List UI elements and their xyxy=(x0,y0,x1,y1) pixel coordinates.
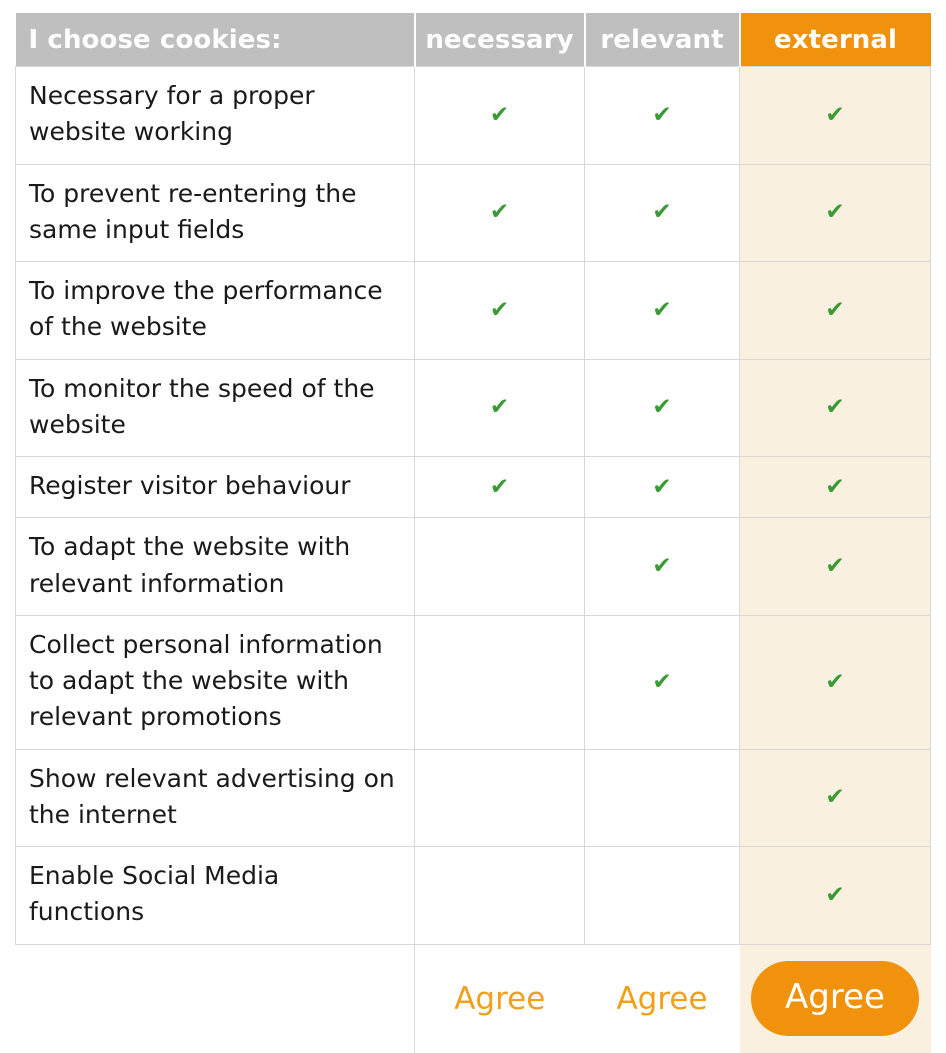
checkmark-icon: ✔ xyxy=(652,473,672,500)
table-row: To monitor the speed of the website ✔ ✔ ✔ xyxy=(15,359,931,457)
cell-relevant: ✔ xyxy=(584,66,740,165)
checkmark-icon: ✔ xyxy=(489,296,510,323)
cookie-purpose-label: Collect personal information to adapt th… xyxy=(15,615,415,750)
cookie-purpose-label: Show relevant advertising on the interne… xyxy=(15,749,415,847)
cookie-purpose-label: To improve the performance of the websit… xyxy=(15,261,415,360)
table-row: Show relevant advertising on the interne… xyxy=(15,749,931,847)
checkmark-icon: ✔ xyxy=(652,668,672,695)
cell-external: ✔ xyxy=(739,164,931,262)
checkmark-icon: ✔ xyxy=(825,296,845,323)
column-header-description: I choose cookies: xyxy=(15,13,416,67)
table-row: Necessary for a proper website working ✔ ✔… xyxy=(15,66,931,165)
cookie-purpose-label: To monitor the speed of the website xyxy=(15,359,415,457)
cookie-preferences-table: I choose cookies: necessary relevant ext… xyxy=(15,13,931,1053)
footer-cell-description xyxy=(15,944,415,1053)
cell-necessary xyxy=(414,749,585,847)
cell-necessary: ✔ xyxy=(414,164,585,262)
table-body: Necessary for a proper website working ✔ ✔… xyxy=(15,66,931,945)
checkmark-icon: ✔ xyxy=(825,668,845,695)
checkmark-icon: ✔ xyxy=(825,394,845,421)
footer-cell-necessary: Agree xyxy=(414,944,585,1053)
checkmark-icon: ✔ xyxy=(825,881,845,908)
cell-necessary xyxy=(414,846,585,945)
header-row: I choose cookies: necessary relevant ext… xyxy=(15,13,931,67)
footer-cell-external: Agree xyxy=(739,944,931,1053)
table-row: To improve the performance of the websit… xyxy=(15,261,931,360)
checkmark-icon: ✔ xyxy=(489,199,510,226)
cell-relevant: ✔ xyxy=(584,615,740,750)
column-header-external: external xyxy=(739,13,931,67)
cookie-purpose-label: Enable Social Media functions xyxy=(15,846,415,945)
checkmark-icon: ✔ xyxy=(825,553,845,579)
checkmark-icon: ✔ xyxy=(652,199,672,226)
table-row: Register visitor behaviour ✔ ✔ ✔ xyxy=(15,456,931,519)
checkmark-icon: ✔ xyxy=(825,784,845,811)
cell-external: ✔ xyxy=(739,66,931,165)
cell-external: ✔ xyxy=(739,749,931,847)
checkmark-icon: ✔ xyxy=(489,394,510,421)
cell-necessary: ✔ xyxy=(414,261,585,360)
cell-relevant: ✔ xyxy=(584,261,740,360)
column-header-necessary: necessary xyxy=(414,13,586,67)
table-row: Enable Social Media functions ✔ xyxy=(15,846,931,945)
cell-necessary xyxy=(414,615,585,750)
checkmark-icon: ✔ xyxy=(652,553,672,579)
checkmark-icon: ✔ xyxy=(825,101,845,128)
table-row: To adapt the website with relevant infor… xyxy=(15,517,931,616)
checkmark-icon: ✔ xyxy=(489,473,510,500)
cookie-purpose-label: To prevent re-entering the same input fi… xyxy=(15,164,415,262)
cell-necessary: ✔ xyxy=(414,456,585,519)
checkmark-icon: ✔ xyxy=(652,101,672,128)
cell-external: ✔ xyxy=(739,456,931,519)
table-row: To prevent re-entering the same input fi… xyxy=(15,164,931,262)
cell-relevant: ✔ xyxy=(584,164,740,262)
cell-necessary: ✔ xyxy=(414,359,585,457)
cell-external: ✔ xyxy=(739,261,931,360)
checkmark-icon: ✔ xyxy=(489,101,510,128)
cell-external: ✔ xyxy=(739,359,931,457)
cell-relevant: ✔ xyxy=(584,517,740,616)
cell-necessary: ✔ xyxy=(414,66,585,165)
checkmark-icon: ✔ xyxy=(825,199,845,226)
table-row: Collect personal information to adapt th… xyxy=(15,615,931,750)
cookie-purpose-label: Necessary for a proper website working xyxy=(15,66,415,165)
cookie-purpose-label: Register visitor behaviour xyxy=(15,456,415,519)
footer-cell-relevant: Agree xyxy=(584,944,740,1053)
cell-relevant: ✔ xyxy=(584,359,740,457)
cookie-purpose-label: To adapt the website with relevant infor… xyxy=(15,517,415,616)
checkmark-icon: ✔ xyxy=(652,296,672,323)
table-header: I choose cookies: necessary relevant ext… xyxy=(15,13,931,67)
cell-external: ✔ xyxy=(739,517,931,616)
cell-external: ✔ xyxy=(739,615,931,750)
footer-row: Agree Agree Agree xyxy=(15,944,931,1053)
cell-relevant xyxy=(584,846,740,945)
cell-external: ✔ xyxy=(739,846,931,945)
column-header-relevant: relevant xyxy=(584,13,741,67)
cell-relevant: ✔ xyxy=(584,456,740,519)
table-footer: Agree Agree Agree xyxy=(15,944,931,1053)
checkmark-icon: ✔ xyxy=(825,473,845,500)
cookie-consent-panel: I choose cookies: necessary relevant ext… xyxy=(0,0,946,1053)
cell-relevant xyxy=(584,749,740,847)
cell-necessary xyxy=(414,517,585,616)
checkmark-icon: ✔ xyxy=(652,394,672,421)
